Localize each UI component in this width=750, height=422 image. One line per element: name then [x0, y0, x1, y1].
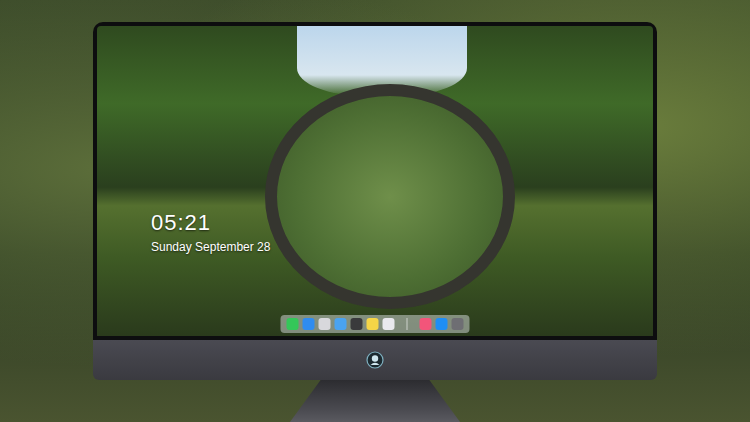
brand-logo-icon — [366, 351, 384, 369]
dock-app-icon[interactable] — [287, 318, 299, 330]
monitor-bezel: 05:21 Sunday September 28 — [93, 22, 657, 340]
wallpaper-photo — [97, 26, 653, 336]
clock-time: 05:21 — [151, 210, 270, 236]
dock-app-icon[interactable] — [367, 318, 379, 330]
desktop-mockup: 05:21 Sunday September 28 — [0, 0, 750, 422]
dock-app-icon[interactable] — [436, 318, 448, 330]
monitor: 05:21 Sunday September 28 — [93, 22, 657, 380]
monitor-stand — [290, 380, 460, 422]
lock-clock: 05:21 Sunday September 28 — [151, 210, 270, 256]
dock-app-icon[interactable] — [351, 318, 363, 330]
dock-app-icon[interactable] — [303, 318, 315, 330]
dock-app-icon[interactable] — [420, 318, 432, 330]
dock-app-icon[interactable] — [335, 318, 347, 330]
dock-app-icon[interactable] — [452, 318, 464, 330]
dock-separator — [407, 318, 408, 330]
lock-screen[interactable]: 05:21 Sunday September 28 — [97, 26, 653, 336]
dock-app-icon[interactable] — [319, 318, 331, 330]
dock-app-icon[interactable] — [383, 318, 395, 330]
monitor-chin — [93, 340, 657, 380]
wallpaper-arch — [265, 84, 515, 309]
clock-date: Sunday September 28 — [151, 240, 270, 256]
dock — [281, 315, 470, 333]
